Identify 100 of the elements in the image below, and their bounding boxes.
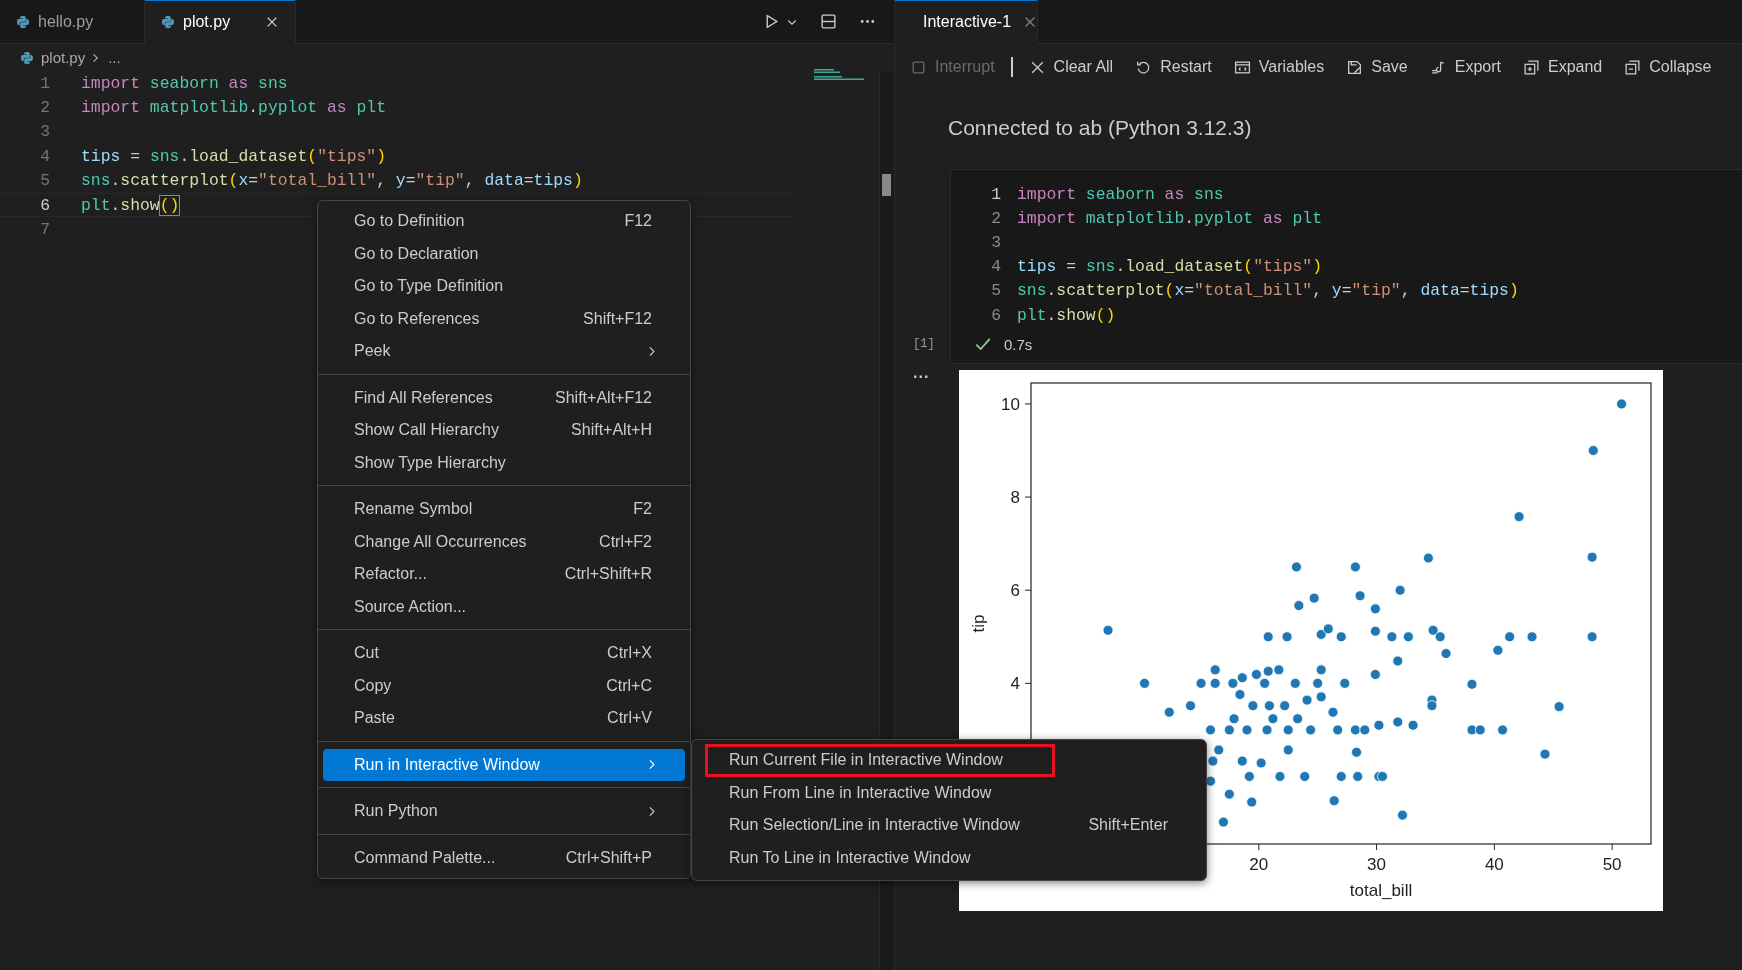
breadcrumb-item[interactable]: ...: [108, 49, 121, 66]
menu-item[interactable]: Go to References Shift+F12: [323, 302, 685, 335]
data-point: [1209, 678, 1221, 689]
data-point: [1289, 678, 1301, 689]
menu-item[interactable]: Run From Line in Interactive Window: [692, 776, 1206, 809]
tick-label: 6: [1010, 581, 1020, 601]
line-number: 5: [39, 171, 50, 191]
menu-item[interactable]: Cut Ctrl+X: [323, 637, 685, 670]
data-point: [1440, 648, 1452, 660]
data-point: [1427, 625, 1439, 636]
data-point: [1247, 700, 1259, 712]
toolbar-button[interactable]: Save: [1346, 58, 1408, 76]
interactive-tab[interactable]: Interactive-1: [895, 0, 1038, 44]
menu-item[interactable]: Run in Interactive Window: [323, 748, 685, 781]
menu-item[interactable]: Run Current File in Interactive Window: [692, 744, 1206, 777]
menu-item[interactable]: Source Action...: [323, 590, 685, 623]
menu-item[interactable]: Show Call Hierarchy Shift+Alt+H: [323, 414, 685, 447]
shortcut: Ctrl+Shift+R: [564, 565, 652, 584]
toolbar-button[interactable]: Collapse: [1624, 58, 1712, 76]
menu-item[interactable]: Go to Definition F12: [323, 205, 685, 238]
toolbar-button[interactable]: Export: [1429, 58, 1501, 76]
data-point: [1102, 625, 1114, 636]
menu-item[interactable]: Command Palette... Ctrl+Shift+P: [323, 841, 685, 874]
data-point: [1279, 700, 1291, 712]
toolbar-button[interactable]: Variables: [1233, 58, 1325, 76]
data-point: [1312, 678, 1324, 689]
toolbar-button[interactable]: Clear All: [1028, 58, 1114, 76]
data-point: [1251, 669, 1262, 681]
tick-label: 40: [1484, 855, 1504, 875]
data-point: [1335, 771, 1347, 782]
data-point: [1526, 631, 1538, 643]
data-point: [1616, 398, 1627, 410]
data-point: [1195, 678, 1207, 689]
code-line: sns.scatterplot(x="total_bill", y="tip", data=tips): [81, 171, 583, 191]
minimap[interactable]: [814, 69, 864, 81]
shortcut: Ctrl+V: [607, 709, 652, 728]
python-icon: [16, 14, 30, 29]
data-point: [1407, 720, 1419, 731]
line-number: 4: [39, 146, 50, 166]
menu-item[interactable]: Go to Declaration: [323, 237, 685, 270]
data-point: [1328, 795, 1340, 807]
shortcut: F12: [624, 212, 652, 231]
menu-item[interactable]: Change All Occurrences Ctrl+F2: [323, 525, 685, 558]
line-number: 6: [39, 195, 50, 215]
data-point: [1377, 771, 1388, 782]
data-point: [1426, 700, 1438, 712]
data-point: [1273, 664, 1285, 676]
menu-item[interactable]: Go to Type Definition: [323, 270, 685, 303]
code-line: sns.scatterplot(x="total_bill", y="tip", data=tips): [1017, 281, 1519, 301]
line-number: 6: [990, 305, 1001, 325]
menu-item[interactable]: Show Type Hierarchy: [323, 446, 685, 479]
data-point: [1586, 551, 1598, 563]
data-point: [1228, 713, 1240, 725]
data-point: [1315, 664, 1327, 676]
breadcrumb-item[interactable]: plot.py: [41, 49, 86, 66]
menu-item[interactable]: Paste Ctrl+V: [323, 702, 685, 735]
close-icon[interactable]: [265, 15, 279, 29]
line-number: 2: [39, 98, 50, 118]
line-number: 1: [990, 184, 1001, 204]
expand-icon: [1523, 58, 1540, 76]
tick-label: 8: [1010, 488, 1020, 508]
axis-label: total_bill: [1349, 881, 1413, 901]
tick-label: 30: [1367, 855, 1387, 875]
data-point: [1308, 592, 1320, 604]
data-point: [1255, 757, 1267, 769]
menu-item[interactable]: Refactor... Ctrl+Shift+R: [323, 558, 685, 591]
data-point: [1402, 631, 1414, 643]
data-point: [1261, 724, 1273, 736]
code-line: plt.show(): [1017, 305, 1116, 325]
data-point: [1349, 561, 1361, 573]
toolbar-button[interactable]: Expand: [1523, 58, 1603, 76]
menu-item[interactable]: Find All References Shift+Alt+F12: [323, 381, 685, 414]
data-point: [1492, 645, 1504, 656]
shortcut: Ctrl+Shift+P: [565, 848, 652, 867]
scrollbar-thumb[interactable]: [882, 174, 891, 196]
data-point: [1370, 625, 1381, 637]
line-number: 7: [39, 220, 50, 240]
shortcut: Shift+Alt+H: [571, 421, 652, 440]
shortcut: F2: [633, 500, 652, 519]
data-point: [1354, 590, 1366, 602]
menu-item[interactable]: Rename Symbol F2: [323, 493, 685, 526]
shortcut: Shift+Enter: [1088, 816, 1168, 835]
output-menu[interactable]: ...: [913, 364, 930, 383]
split-editor-icon[interactable]: [820, 13, 837, 30]
data-point: [1223, 724, 1235, 736]
data-point: [1392, 716, 1404, 728]
data-point: [1434, 631, 1446, 643]
toolbar-button[interactable]: Restart: [1135, 58, 1212, 76]
menu-item[interactable]: Run To Line in Interactive Window: [692, 841, 1206, 874]
data-point: [1351, 747, 1362, 758]
menu-item[interactable]: Copy Ctrl+C: [323, 669, 685, 702]
editor-tab[interactable]: plot.py: [145, 0, 296, 44]
data-point: [1223, 788, 1235, 800]
data-point: [1359, 724, 1371, 736]
line-number: 3: [990, 232, 1001, 252]
menu-item[interactable]: Peek: [323, 335, 685, 368]
menu-item[interactable]: Run Python: [323, 795, 685, 828]
menu-item[interactable]: Run Selection/Line in Interactive Window Shift+Enter: [692, 809, 1206, 842]
data-point: [1139, 678, 1150, 689]
data-point: [1227, 678, 1239, 689]
